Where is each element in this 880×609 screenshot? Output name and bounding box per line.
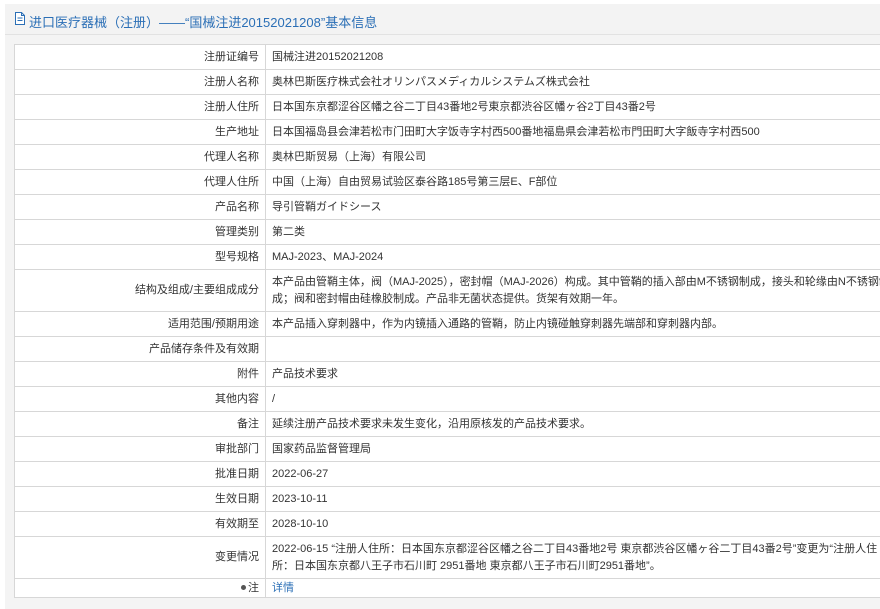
document-icon xyxy=(15,12,25,25)
field-value: / xyxy=(265,386,880,412)
field-value: 产品技术要求 xyxy=(265,361,880,387)
field-value: 日本国福岛县会津若松市门田町大字饭寺字村西500番地福島県会津若松市門田町大字飯… xyxy=(265,119,880,145)
details-link[interactable]: 详情 xyxy=(272,582,294,594)
field-label: 变更情况 xyxy=(14,536,266,579)
field-value: 2023-10-11 xyxy=(265,486,880,512)
table-row: 审批部门 国家药品监督管理局 xyxy=(14,436,880,462)
table-row: 其他内容 / xyxy=(14,386,880,412)
field-label: 其他内容 xyxy=(14,386,266,412)
field-label: 产品名称 xyxy=(14,194,266,220)
field-value: 2022-06-15 “注册人住所：日本国东京都涩谷区幡之谷二丁目43番地2号 … xyxy=(265,536,880,579)
page-header: 进口医疗器械（注册）——“国械注进20152021208”基本信息 xyxy=(5,4,880,35)
device-info-table: 注册证编号 国械注进20152021208 注册人名称 奥林巴斯医疗株式会社オリ… xyxy=(14,44,880,598)
field-value: 本产品插入穿刺器中，作为内镜插入通路的管鞘，防止内镜碰触穿刺器先端部和穿刺器内部… xyxy=(265,311,880,337)
field-label: 代理人住所 xyxy=(14,169,266,195)
field-value: 国家药品监督管理局 xyxy=(265,436,880,462)
field-label: 生效日期 xyxy=(14,486,266,512)
field-value: 导引管鞘ガイドシース xyxy=(265,194,880,220)
field-value: 延续注册产品技术要求未发生变化，沿用原核发的产品技术要求。 xyxy=(265,411,880,437)
field-value: 第二类 xyxy=(265,219,880,245)
field-value xyxy=(265,336,880,362)
field-label: 备注 xyxy=(14,411,266,437)
field-label: 注册人住所 xyxy=(14,94,266,120)
table-row: 产品储存条件及有效期 xyxy=(14,336,880,362)
field-value: 奥林巴斯贸易（上海）有限公司 xyxy=(265,144,880,170)
table-row: 附件 产品技术要求 xyxy=(14,361,880,387)
field-value: 国械注进20152021208 xyxy=(265,44,880,70)
table-row: 适用范围/预期用途 本产品插入穿刺器中，作为内镜插入通路的管鞘，防止内镜碰触穿刺… xyxy=(14,311,880,337)
field-value: MAJ-2023、MAJ-2024 xyxy=(265,244,880,270)
table-row: 管理类别 第二类 xyxy=(14,219,880,245)
page-title: 进口医疗器械（注册）——“国械注进20152021208”基本信息 xyxy=(29,15,378,30)
field-label: 型号规格 xyxy=(14,244,266,270)
table-row: 型号规格 MAJ-2023、MAJ-2024 xyxy=(14,244,880,270)
table-row: 代理人名称 奥林巴斯贸易（上海）有限公司 xyxy=(14,144,880,170)
field-label: 注册人名称 xyxy=(14,69,266,95)
field-label: 生产地址 xyxy=(14,119,266,145)
field-label: 注册证编号 xyxy=(14,44,266,70)
field-value: 本产品由管鞘主体，阀（MAJ-2025），密封帽（MAJ-2026）构成。其中管… xyxy=(265,269,880,312)
table-row: 备注 延续注册产品技术要求未发生变化，沿用原核发的产品技术要求。 xyxy=(14,411,880,437)
table-row: 注册人名称 奥林巴斯医疗株式会社オリンパスメディカルシステムズ株式会社 xyxy=(14,69,880,95)
note-value-cell: 详情 xyxy=(265,578,880,598)
field-label: 附件 xyxy=(14,361,266,387)
field-label: 管理类别 xyxy=(14,219,266,245)
table-row: 结构及组成/主要组成成分 本产品由管鞘主体，阀（MAJ-2025），密封帽（MA… xyxy=(14,269,880,312)
field-label: 代理人名称 xyxy=(14,144,266,170)
note-label-cell: 注 xyxy=(14,578,266,598)
field-label: 结构及组成/主要组成成分 xyxy=(14,269,266,312)
field-value: 2022-06-27 xyxy=(265,461,880,487)
table-row: 变更情况 2022-06-15 “注册人住所：日本国东京都涩谷区幡之谷二丁目43… xyxy=(14,536,880,579)
bullet-icon xyxy=(241,585,246,591)
field-label: 注 xyxy=(248,581,259,594)
field-value: 日本国东京都涩谷区幡之谷二丁目43番地2号東京都渋谷区幡ヶ谷2丁目43番2号 xyxy=(265,94,880,120)
table-row: 产品名称 导引管鞘ガイドシース xyxy=(14,194,880,220)
field-label: 批准日期 xyxy=(14,461,266,487)
field-label: 产品储存条件及有效期 xyxy=(14,336,266,362)
field-value: 中国（上海）自由贸易试验区泰谷路185号第三层E、F部位 xyxy=(265,169,880,195)
table-row: 批准日期 2022-06-27 xyxy=(14,461,880,487)
field-label: 有效期至 xyxy=(14,511,266,537)
table-row: 生产地址 日本国福岛县会津若松市门田町大字饭寺字村西500番地福島県会津若松市門… xyxy=(14,119,880,145)
table-row: 注 详情 xyxy=(14,578,880,598)
table-row: 有效期至 2028-10-10 xyxy=(14,511,880,537)
table-row: 注册人住所 日本国东京都涩谷区幡之谷二丁目43番地2号東京都渋谷区幡ヶ谷2丁目4… xyxy=(14,94,880,120)
table-row: 注册证编号 国械注进20152021208 xyxy=(14,44,880,70)
field-label: 适用范围/预期用途 xyxy=(14,311,266,337)
field-label: 审批部门 xyxy=(14,436,266,462)
table-row: 生效日期 2023-10-11 xyxy=(14,486,880,512)
field-value: 奥林巴斯医疗株式会社オリンパスメディカルシステムズ株式会社 xyxy=(265,69,880,95)
field-value: 2028-10-10 xyxy=(265,511,880,537)
table-row: 代理人住所 中国（上海）自由贸易试验区泰谷路185号第三层E、F部位 xyxy=(14,169,880,195)
